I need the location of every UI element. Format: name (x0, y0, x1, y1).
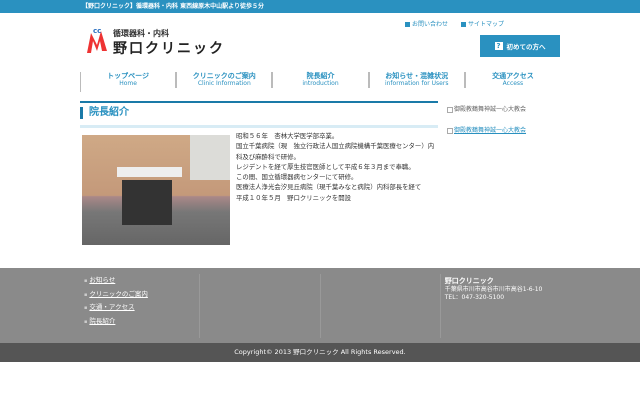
banner-alt-text: 御殿教鶴舞神誠一心大教会 (454, 127, 527, 134)
nav-label: 院長紹介 (306, 72, 335, 80)
top-banner: 【野口クリニック】循環器科・内科 東西線原木中山駅より徒歩５分 (0, 0, 640, 13)
broken-image-icon (447, 127, 453, 134)
nav-sublabel: Clinic Information (197, 80, 251, 87)
footer-column (200, 274, 321, 338)
contact-link-label: お問い合わせ (412, 21, 449, 28)
nav-access[interactable]: 交通アクセス Access (466, 72, 560, 88)
nav-label: トップページ (107, 72, 150, 80)
bio-line: レジデントを経て厚生技官医師として平成６年３月まで奉職。 (236, 162, 415, 171)
copyright: Copyright© 2013 野口クリニック All Rights Reser… (0, 343, 640, 362)
clinic-photo (82, 135, 230, 245)
footer-link-access[interactable]: 交通・アクセス (84, 301, 199, 315)
banner-alt-text: 御殿教鶴舞神誠一心大教会 (454, 106, 527, 113)
bio-line: 平成１０年５月 野口クリニックを開設 (236, 193, 352, 202)
divider (80, 101, 438, 103)
nav-sublabel: Access (502, 80, 524, 87)
bio-line: 医療法人浄光会汐見丘病院（現千葉みなと病院）内科部長を経て (236, 183, 422, 192)
first-visit-button[interactable]: ? 初めての方へ (480, 35, 560, 57)
contact-link[interactable]: お問い合わせ (405, 19, 448, 28)
sitemap-link[interactable]: サイトマップ (461, 19, 504, 28)
title-underline (80, 125, 438, 128)
nav-label: 交通アクセス (492, 72, 534, 80)
footer-info-column: 野口クリニック 千葉県市川市高谷市川市高谷1-6-10 TEL：047-320-… (441, 274, 560, 338)
page-title: 院長紹介 (80, 107, 129, 119)
nav-sublabel: introduction (302, 80, 339, 87)
logo-title: 野口クリニック (113, 41, 225, 57)
broken-image-icon (447, 106, 453, 113)
bio-line: 国立千葉病院（現 独立行政法人国立病院機構千葉医療センター）内科及び麻酔科で研修… (236, 142, 435, 161)
square-bullet-icon (461, 22, 467, 27)
footer-column (321, 274, 441, 338)
nav-introduction[interactable]: 院長紹介 introduction (273, 72, 370, 88)
footer-clinic-name: 野口クリニック (444, 277, 494, 285)
footer-link-clinic[interactable]: クリニックのご案内 (84, 288, 199, 302)
sitemap-link-label: サイトマップ (468, 21, 505, 28)
main-nav: トップページ Home クリニックのご案内 Clinic Information 院… (80, 72, 560, 92)
square-bullet-icon (405, 22, 410, 27)
first-visit-label: 初めての方へ (506, 43, 546, 51)
bio-line: 昭和５６年 杏林大学医学部卒業。 (236, 132, 339, 140)
nav-clinic-info[interactable]: クリニックのご案内 Clinic Information (177, 72, 274, 88)
nav-label: お知らせ・混雑状況 (385, 72, 449, 80)
footer-link-news[interactable]: お知らせ (84, 274, 199, 288)
sidebar-banner-link[interactable]: 御殿教鶴舞神誠一心大教会 (447, 125, 526, 134)
nav-sublabel: information for Users (384, 80, 449, 87)
footer-links-column: お知らせ クリニックのご案内 交通・アクセス 院長紹介 (80, 274, 201, 338)
logo-mark-icon: cc (85, 27, 109, 53)
nav-label: クリニックのご案内 (192, 72, 256, 80)
clinic-logo[interactable]: cc 循環器科・内科 野口クリニック (85, 27, 223, 57)
director-bio: 昭和５６年 杏林大学医学部卒業。 国立千葉病院（現 独立行政法人国立病院機構千葉… (236, 131, 436, 203)
bio-line: この間、国立循環器病センターにて研修。 (236, 173, 358, 182)
nav-home[interactable]: トップページ Home (81, 72, 178, 88)
question-icon: ? (494, 42, 503, 50)
footer: お知らせ クリニックのご案内 交通・アクセス 院長紹介 野口クリニック 千葉県市… (0, 268, 640, 343)
footer-address: 千葉県市川市高谷市川市高谷1-6-10 (444, 286, 543, 293)
utility-links: お問い合わせ サイトマップ (405, 19, 504, 28)
svg-text:cc: cc (93, 27, 101, 35)
footer-link-director[interactable]: 院長紹介 (84, 315, 199, 329)
sidebar-banner[interactable]: 御殿教鶴舞神誠一心大教会 (447, 104, 526, 113)
footer-tel: TEL：047-320-5100 (444, 294, 505, 301)
nav-information[interactable]: お知らせ・混雑状況 information for Users (370, 72, 466, 88)
nav-sublabel: Home (119, 80, 137, 87)
